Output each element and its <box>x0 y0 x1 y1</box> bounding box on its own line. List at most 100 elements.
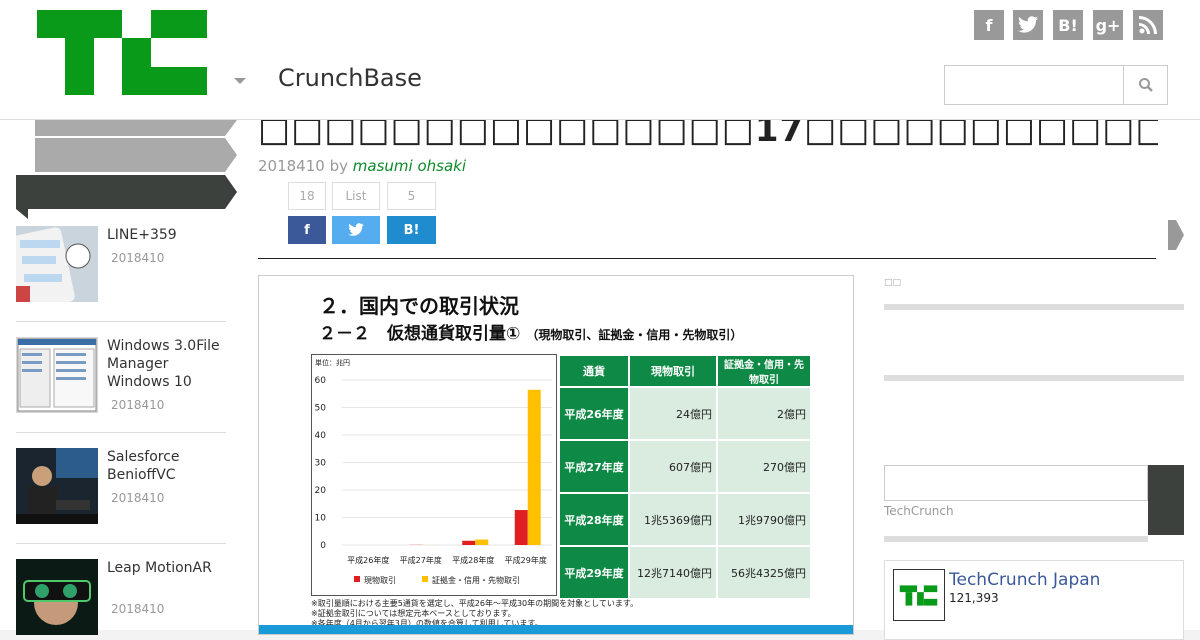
next-article-arrow-icon[interactable] <box>1168 220 1184 250</box>
chart-canvas: 単位：兆円0102030405060平成26年度平成27年度平成28年度平成29… <box>312 355 558 597</box>
table-cell: 平成29年度 <box>559 546 629 599</box>
table-cell: 56兆4325億円 <box>717 546 811 599</box>
search-button[interactable] <box>1123 65 1168 105</box>
legend-label: 現物取引 <box>364 575 396 585</box>
x-tick-label: 平成27年度 <box>400 555 442 565</box>
sidebar-ribbon[interactable] <box>35 138 237 172</box>
divider <box>16 543 226 544</box>
bar-spot <box>462 541 475 545</box>
facebook-icon[interactable]: f <box>974 10 1004 40</box>
byline-by: by <box>330 157 348 175</box>
hatena-share-count: 5 <box>387 182 436 210</box>
site-header: CrunchBase f B! g+ <box>0 0 1200 120</box>
y-tick-label: 10 <box>315 514 327 524</box>
subscribe-label: TechCrunch <box>884 504 954 518</box>
table-row: 平成26年度 24億円 2億円 <box>559 387 811 440</box>
list-item[interactable]: Windows 3.0File Manager Windows 10201841… <box>16 337 226 417</box>
figure-subheading: ２－２ 仮想通貨取引量① （現物取引、証拠金・信用・先物取引） <box>319 319 742 344</box>
divider <box>884 304 1184 310</box>
y-tick-label: 40 <box>315 431 327 441</box>
techcrunch-logo[interactable] <box>893 569 945 621</box>
table-cell: 平成28年度 <box>559 493 629 546</box>
table-cell: 1兆5369億円 <box>629 493 717 546</box>
bar-spot <box>515 510 528 545</box>
article-date: 2018410 <box>258 157 325 175</box>
table-row: 平成29年度 12兆7140億円 56兆4325億円 <box>559 546 811 599</box>
y-tick-label: 0 <box>320 541 326 551</box>
divider <box>884 536 1148 542</box>
facebook-page-name[interactable]: TechCrunch Japan <box>949 570 1100 590</box>
chevron-down-icon[interactable] <box>234 78 246 84</box>
byline: 2018410 by masumi ohsaki <box>258 157 466 175</box>
facebook-share-count: 18 <box>288 182 326 210</box>
table-header: 現物取引 <box>629 355 717 387</box>
table-header-row: 通貨 現物取引 証拠金・信用・先物取引 <box>559 355 811 387</box>
table-cell: 24億円 <box>629 387 717 440</box>
list-item-title[interactable]: LINE+3592018410 <box>107 226 232 267</box>
subscribe-button[interactable] <box>1148 465 1184 535</box>
bar-chart: 単位：兆円0102030405060平成26年度平成27年度平成28年度平成29… <box>311 354 557 596</box>
bar-margin <box>475 540 488 545</box>
list-item[interactable]: Salesforce BenioffVC2018410 <box>16 448 226 528</box>
rss-icon[interactable] <box>1133 10 1163 40</box>
legend-swatch <box>354 576 360 582</box>
list-item[interactable]: Leap MotionAR2018410 <box>16 559 226 639</box>
list-item[interactable]: LINE+3592018410 <box>16 226 226 306</box>
table-cell: 1兆9790億円 <box>717 493 811 546</box>
chart-unit-label: 単位：兆円 <box>315 358 350 367</box>
bar-margin <box>528 390 541 545</box>
table-cell: 607億円 <box>629 440 717 493</box>
subscribe-input[interactable] <box>884 465 1148 501</box>
thumbnail-image <box>16 559 98 635</box>
figure-bottom-bar <box>259 625 854 635</box>
list-item-title[interactable]: Windows 3.0File Manager Windows 10201841… <box>107 337 232 414</box>
list-item-date: 2018410 <box>111 489 232 507</box>
twitter-share-button[interactable] <box>332 216 380 244</box>
page-body: LINE+3592018410 Windows 3.0File Manager … <box>0 120 1200 630</box>
crunchbase-link[interactable]: CrunchBase <box>278 64 422 92</box>
thumbnail-image <box>16 337 98 413</box>
list-item-date: 2018410 <box>111 600 232 618</box>
facebook-like-count: 121,393 <box>949 591 999 605</box>
divider <box>884 375 1184 381</box>
sidebar-ribbon[interactable] <box>35 120 237 136</box>
y-tick-label: 60 <box>315 376 327 386</box>
x-tick-label: 平成26年度 <box>347 555 389 565</box>
list-item-date: 2018410 <box>111 249 232 267</box>
divider <box>258 258 1156 259</box>
search-icon <box>1138 77 1154 93</box>
table-row: 平成27年度 607億円 270億円 <box>559 440 811 493</box>
table-cell: 平成26年度 <box>559 387 629 440</box>
author-link[interactable]: masumi ohsaki <box>353 157 466 175</box>
figure-heading: ２．国内での取引状況 <box>319 290 519 319</box>
hatena-share-button[interactable]: B! <box>387 216 436 244</box>
y-tick-label: 30 <box>315 459 327 469</box>
tweet-list-link[interactable]: List <box>332 182 380 210</box>
twitter-icon[interactable] <box>1013 10 1043 40</box>
legend-swatch <box>422 576 428 582</box>
sidebar-heading: □□ <box>884 278 901 288</box>
table-header: 証拠金・信用・先物取引 <box>717 355 811 387</box>
y-tick-label: 20 <box>315 486 327 496</box>
table-cell: 平成27年度 <box>559 440 629 493</box>
facebook-page-widget: TechCrunch Japan 121,393 <box>884 560 1184 640</box>
x-tick-label: 平成28年度 <box>452 555 494 565</box>
y-tick-label: 50 <box>315 404 327 414</box>
search-input[interactable] <box>944 65 1124 105</box>
table-row: 平成28年度 1兆5369億円 1兆9790億円 <box>559 493 811 546</box>
table-cell: 12兆7140億円 <box>629 546 717 599</box>
google-plus-icon[interactable]: g+ <box>1093 10 1123 40</box>
legend-label: 証拠金・信用・先物取引 <box>432 575 520 585</box>
divider <box>16 432 226 433</box>
hatena-bookmark-icon[interactable]: B! <box>1053 10 1083 40</box>
divider <box>16 321 226 322</box>
sidebar-ribbon-active[interactable] <box>16 175 237 219</box>
facebook-share-button[interactable]: f <box>288 216 326 244</box>
table-header: 通貨 <box>559 355 629 387</box>
thumbnail-image <box>16 448 98 524</box>
table-cell: 270億円 <box>717 440 811 493</box>
techcrunch-logo[interactable] <box>37 10 207 95</box>
list-item-title[interactable]: Salesforce BenioffVC2018410 <box>107 448 232 507</box>
list-item-title[interactable]: Leap MotionAR2018410 <box>107 559 232 618</box>
data-table: 通貨 現物取引 証拠金・信用・先物取引 平成26年度 24億円 2億円 平成27… <box>558 354 812 600</box>
